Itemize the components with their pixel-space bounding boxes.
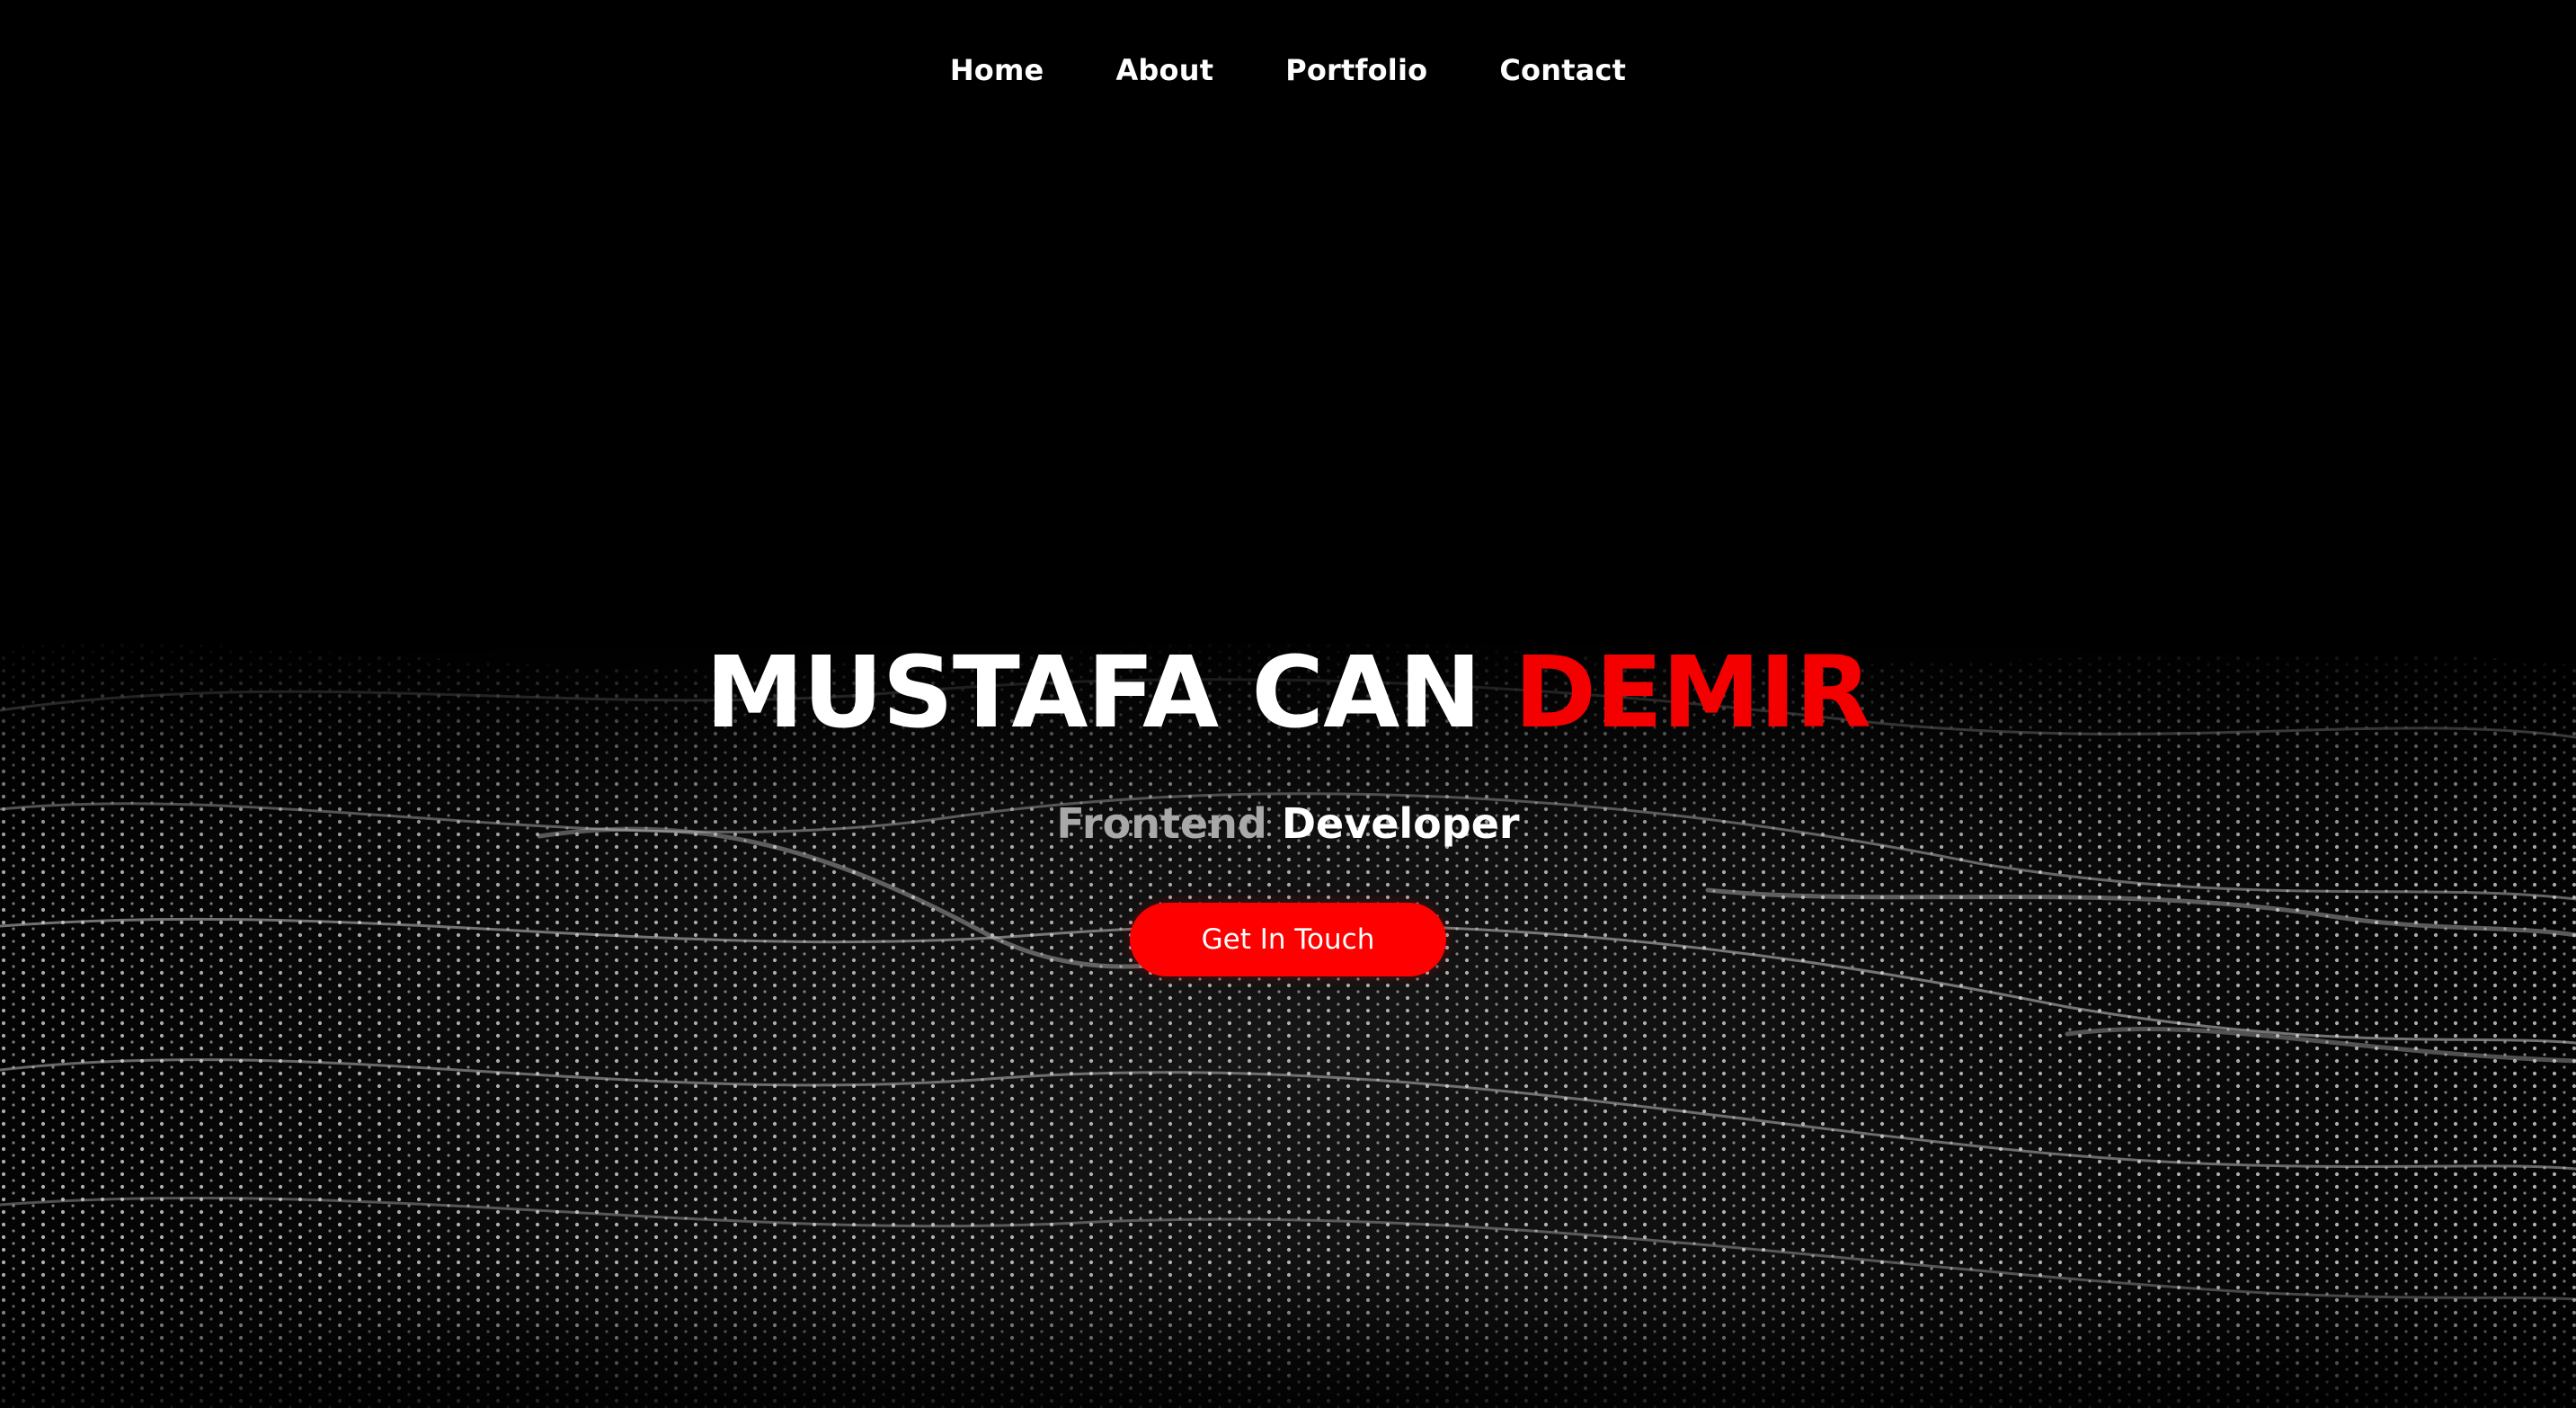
- hero-name-last: DEMIR: [1514, 635, 1872, 750]
- nav-portfolio-link[interactable]: Portfolio: [1285, 50, 1427, 90]
- hero-section: MUSTAFA CAN DEMIR Frontend Developer Get…: [0, 629, 2576, 976]
- hero-role: Frontend Developer: [0, 797, 2576, 851]
- nav-home-link[interactable]: Home: [950, 50, 1044, 90]
- nav-contact-link[interactable]: Contact: [1499, 50, 1626, 90]
- nav-about-link[interactable]: About: [1115, 50, 1213, 90]
- hero-role-muted: Frontend: [1056, 799, 1267, 848]
- hero-name: MUSTAFA CAN DEMIR: [0, 629, 2576, 755]
- hero-role-strong: Developer: [1281, 799, 1520, 848]
- hero-name-first: MUSTAFA CAN: [705, 635, 1482, 750]
- main-nav: Home About Portfolio Contact: [0, 50, 2576, 90]
- get-in-touch-button[interactable]: Get In Touch: [1130, 903, 1446, 976]
- page: Home About Portfolio Contact MUSTAFA CAN…: [0, 0, 2576, 1408]
